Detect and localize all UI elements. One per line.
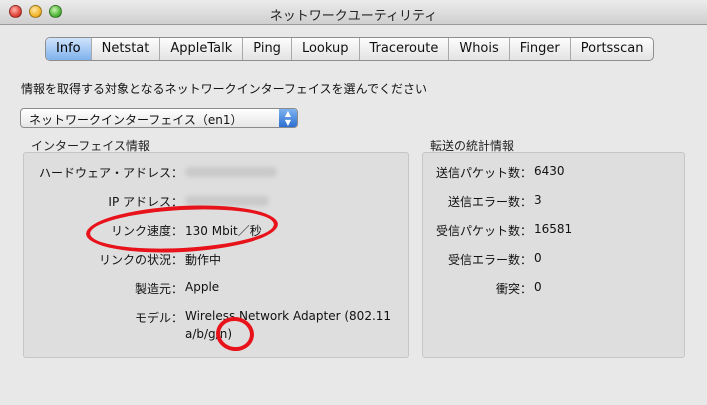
receive-errors-label: 受信エラー数： — [447, 253, 532, 267]
link-status-value: 動作中 — [185, 253, 222, 267]
tab-appletalk[interactable]: AppleTalk — [160, 38, 244, 60]
tab-portscan[interactable]: Portsscan — [571, 38, 654, 60]
model-label: モデル： — [134, 311, 183, 325]
receive-errors-row: 受信エラー数： 0 — [422, 251, 685, 267]
interface-prompt: 情報を取得する対象となるネットワークインターフェイスを選んでください — [21, 82, 427, 96]
vendor-row: 製造元： Apple — [23, 280, 409, 296]
sent-packets-value: 6430 — [534, 164, 565, 178]
sent-packets-row: 送信パケット数： 6430 — [422, 164, 685, 180]
updown-arrows-icon: ▲ ▼ — [279, 109, 297, 127]
received-packets-row: 受信パケット数： 16581 — [422, 222, 685, 238]
collisions-row: 衝突： 0 — [422, 280, 685, 296]
hardware-address-label: ハードウェア・アドレス： — [38, 166, 183, 180]
received-packets-value: 16581 — [534, 222, 573, 236]
hardware-address-row: ハードウェア・アドレス： — [23, 164, 409, 180]
sent-packets-label: 送信パケット数： — [435, 166, 532, 180]
send-errors-label: 送信エラー数： — [447, 195, 532, 209]
link-status-row: リンクの状況： 動作中 — [23, 251, 409, 267]
received-packets-label: 受信パケット数： — [435, 224, 532, 238]
model-value-line1: Wireless Network Adapter (802.11 — [185, 309, 392, 323]
vendor-value: Apple — [185, 280, 220, 294]
collisions-value: 0 — [534, 280, 542, 294]
tab-bar: Info Netstat AppleTalk Ping Lookup Trace… — [45, 37, 655, 61]
vendor-label: 製造元： — [134, 282, 183, 296]
tab-ping[interactable]: Ping — [243, 38, 292, 60]
link-status-label: リンクの状況： — [98, 253, 183, 267]
send-errors-row: 送信エラー数： 3 — [422, 193, 685, 209]
model-row: モデル： Wireless Network Adapter (802.11 a/… — [23, 309, 409, 345]
interface-select-value: ネットワークインターフェイス（en1） — [29, 113, 243, 127]
tab-lookup[interactable]: Lookup — [292, 38, 360, 60]
interface-select[interactable]: ネットワークインターフェイス（en1） ▲ ▼ — [20, 108, 298, 128]
tab-whois[interactable]: Whois — [449, 38, 510, 60]
tab-finger[interactable]: Finger — [510, 38, 571, 60]
receive-errors-value: 0 — [534, 251, 542, 265]
hardware-address-value — [185, 164, 277, 178]
network-utility-window: ネットワークユーティリティ Info Netstat AppleTalk Pin… — [0, 0, 707, 405]
window-title: ネットワークユーティリティ — [269, 9, 438, 24]
tab-traceroute[interactable]: Traceroute — [360, 38, 450, 60]
collisions-label: 衝突： — [495, 282, 532, 296]
tab-info[interactable]: Info — [46, 38, 92, 60]
send-errors-value: 3 — [534, 193, 542, 207]
tab-netstat[interactable]: Netstat — [92, 38, 161, 60]
title-bar[interactable]: ネットワークユーティリティ — [0, 0, 707, 25]
